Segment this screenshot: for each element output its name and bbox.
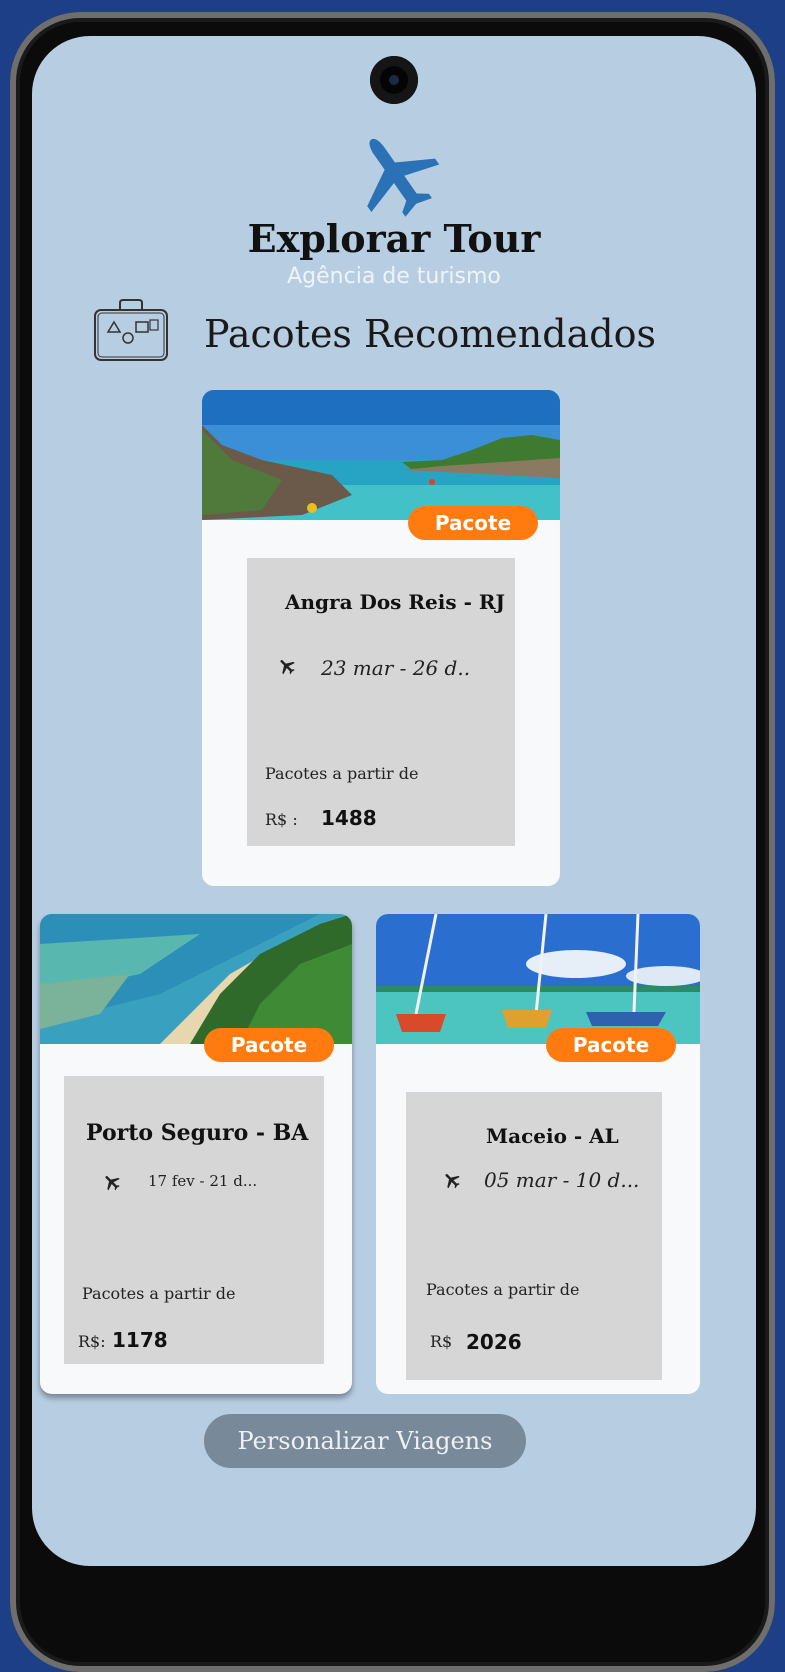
package-card-porto-seguro[interactable]: Pacote Porto Seguro - BA 17 fev - 21 d..…	[40, 914, 352, 1394]
brand-subtitle: Agência de turismo	[287, 264, 501, 289]
suitcase-icon	[94, 299, 168, 361]
front-camera	[370, 56, 418, 104]
package-info: Angra Dos Reis - RJ 23 mar - 26 d.. Paco…	[247, 558, 515, 846]
package-price: 2026	[466, 1330, 522, 1354]
section-title: Pacotes Recomendados	[204, 312, 656, 356]
destination-photo	[202, 390, 560, 520]
airplane-icon	[105, 1176, 120, 1191]
brand-title: Explorar Tour	[247, 216, 541, 261]
destination-name: Porto Seguro - BA	[86, 1120, 309, 1146]
price-from-label: Pacotes a partir de	[426, 1280, 580, 1299]
personalize-trips-button[interactable]: Personalizar Viagens	[204, 1414, 526, 1468]
package-badge: Pacote	[204, 1028, 334, 1062]
package-card-angra[interactable]: Pacote Angra Dos Reis - RJ 23 mar - 26 d…	[202, 390, 560, 886]
airplane-logo-icon	[367, 138, 440, 217]
currency-label: R$:	[78, 1332, 106, 1351]
package-dates: 23 mar - 26 d..	[321, 656, 471, 680]
package-card-maceio[interactable]: Pacote Maceio - AL 05 mar - 10 d... Paco…	[376, 914, 700, 1394]
airplane-icon	[445, 1174, 460, 1189]
destination-photo	[40, 914, 352, 1044]
package-badge: Pacote	[408, 506, 538, 540]
destination-name: Angra Dos Reis - RJ	[285, 590, 505, 614]
airplane-icon	[280, 660, 295, 675]
package-price: 1178	[112, 1328, 168, 1352]
app-screen: Explorar Tour Agência de turismo Pacotes…	[32, 36, 756, 1566]
package-badge: Pacote	[546, 1028, 676, 1062]
price-from-label: Pacotes a partir de	[82, 1284, 236, 1303]
package-info: Maceio - AL 05 mar - 10 d... Pacotes a p…	[406, 1092, 662, 1380]
package-price: 1488	[321, 806, 377, 830]
destination-name: Maceio - AL	[486, 1124, 619, 1148]
currency-label: R$	[430, 1332, 453, 1351]
price-from-label: Pacotes a partir de	[265, 764, 419, 783]
package-dates: 17 fev - 21 d...	[148, 1172, 258, 1190]
phone-frame: Explorar Tour Agência de turismo Pacotes…	[10, 12, 775, 1672]
destination-photo	[376, 914, 700, 1044]
package-info: Porto Seguro - BA 17 fev - 21 d... Pacot…	[64, 1076, 324, 1364]
currency-label: R$ :	[265, 810, 298, 829]
package-dates: 05 mar - 10 d...	[484, 1168, 640, 1192]
